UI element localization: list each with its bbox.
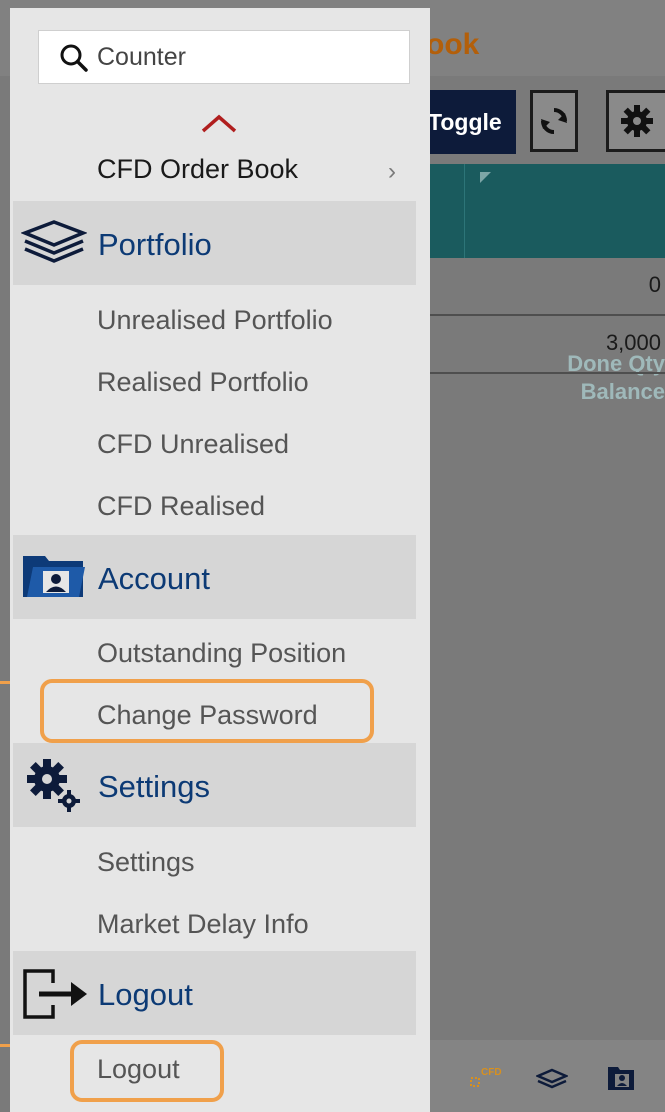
menu-item-realised-portfolio[interactable]: Realised Portfolio	[97, 367, 309, 398]
refresh-button[interactable]	[530, 90, 578, 152]
section-label-settings: Settings	[98, 769, 211, 804]
menu-item-cfd-unrealised[interactable]: CFD Unrealised	[97, 429, 289, 460]
section-portfolio[interactable]: Portfolio	[13, 201, 416, 285]
menu-item-unrealised-portfolio[interactable]: Unrealised Portfolio	[97, 305, 333, 336]
column-divider	[464, 164, 465, 258]
done-qty-value: 0	[648, 272, 661, 297]
search-input[interactable]: Counter	[38, 30, 410, 84]
account-folder-icon[interactable]	[606, 1066, 636, 1092]
settings-button[interactable]	[606, 90, 665, 152]
gear-icon	[621, 105, 653, 137]
highlight-change-password	[40, 679, 374, 743]
page-title: ook	[426, 28, 480, 61]
account-folder-icon	[23, 556, 85, 597]
table-row[interactable]: 3,000	[430, 316, 665, 374]
search-icon	[60, 44, 88, 72]
section-label-account: Account	[98, 561, 211, 596]
navigation-drawer: Counter CFD Order Book › Portfolio Unrea…	[10, 8, 430, 1112]
section-settings[interactable]: Settings	[13, 743, 416, 827]
toggle-button[interactable]: Toggle	[420, 90, 516, 154]
cfd-icon[interactable]: CFD	[468, 1064, 502, 1094]
menu-item-outstanding-position[interactable]: Outstanding Position	[97, 638, 346, 669]
section-account[interactable]: Account	[13, 535, 416, 619]
gears-icon	[27, 759, 80, 812]
refresh-icon	[541, 108, 567, 134]
bottom-navigation: CFD	[430, 1040, 665, 1112]
search-placeholder: Counter	[97, 43, 186, 71]
section-logout[interactable]: Logout	[13, 951, 416, 1035]
menu-item-cfd-realised[interactable]: CFD Realised	[97, 491, 265, 522]
logout-icon	[23, 969, 87, 1019]
menu-item-settings[interactable]: Settings	[97, 847, 195, 878]
menu-item-cfd-order-book[interactable]: CFD Order Book	[97, 154, 298, 185]
done-qty-value: 3,000	[605, 330, 661, 355]
menu-item-market-delay-info[interactable]: Market Delay Info	[97, 909, 309, 940]
chevron-up-icon[interactable]	[200, 112, 238, 134]
layers-icon	[21, 220, 87, 263]
sort-indicator-icon	[480, 172, 491, 183]
cfd-icon-label: CFD	[481, 1067, 502, 1078]
chevron-right-icon: ›	[388, 158, 396, 185]
section-label-portfolio: Portfolio	[98, 227, 212, 262]
section-label-logout: Logout	[98, 977, 193, 1012]
table-header[interactable]: Done Qty Balance	[430, 164, 665, 404]
table-row[interactable]: 0	[430, 258, 665, 316]
highlight-logout	[70, 1040, 224, 1102]
layers-icon[interactable]	[536, 1068, 568, 1092]
